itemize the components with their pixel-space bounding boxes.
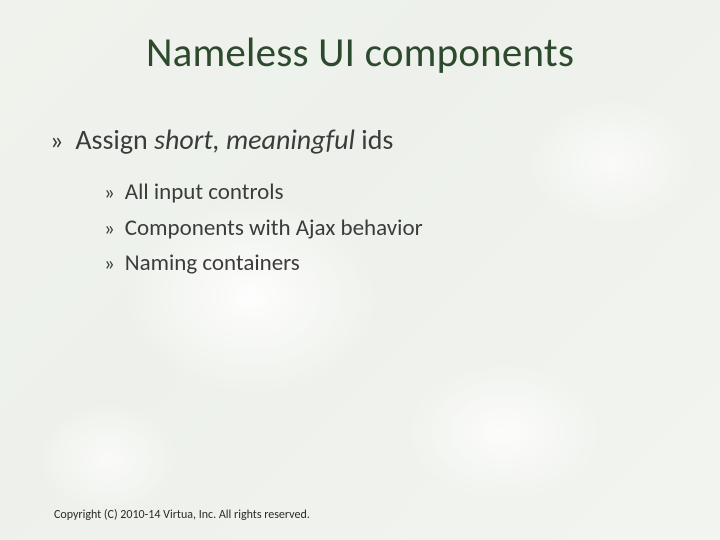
list-item-label: All input controls [125,175,284,211]
copyright-footer: Copyright (C) 2010-14 Virtua, Inc. All r… [54,508,310,522]
list-item: » Components with Ajax behavior [104,211,720,247]
bullet-icon: » [104,247,115,280]
bullet-icon: » [104,212,115,245]
list-item-label: Naming containers [125,246,300,282]
list-item: » All input controls [104,175,720,211]
slide: Nameless UI components » Assign short, m… [0,0,720,540]
slide-title: Nameless UI components [0,28,720,78]
bullet-icon: » [104,176,115,209]
bullet-level-1: » Assign short, meaningful ids [0,122,720,157]
text-emphasis: short, meaningful [154,122,355,157]
bullet-icon: » [50,127,63,153]
list-item: » Assign short, meaningful ids [50,122,720,157]
bullet-level-2: » All input controls » Components with A… [0,175,720,282]
text-suffix: ids [355,122,393,157]
list-item: » Naming containers [104,246,720,282]
list-item-label: Assign short, meaningful ids [75,122,393,157]
text-prefix: Assign [75,122,154,157]
list-item-label: Components with Ajax behavior [125,211,423,247]
